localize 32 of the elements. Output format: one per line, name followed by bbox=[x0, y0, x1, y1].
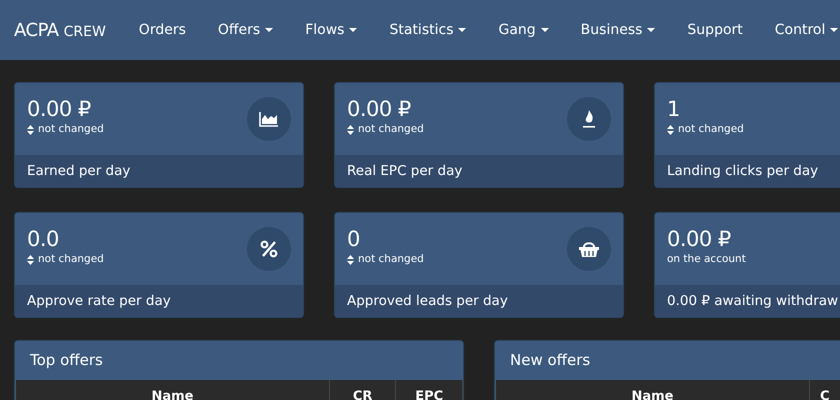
stat-label: Approve rate per day bbox=[15, 285, 303, 317]
logo[interactable]: ACPA CREW bbox=[14, 16, 106, 44]
stat-value: 0 bbox=[347, 226, 361, 252]
stat-value: 0.00 ₽ bbox=[667, 226, 732, 252]
nav-link[interactable]: Control bbox=[758, 20, 840, 40]
nav-link[interactable]: Gang bbox=[482, 20, 565, 40]
stat-value: 0.00 ₽ bbox=[347, 96, 412, 122]
panel-title: Top offers bbox=[29, 350, 104, 372]
stat-note: on the account bbox=[667, 252, 746, 267]
stat-label: Landing clicks per day bbox=[655, 155, 840, 187]
percent-icon bbox=[247, 227, 291, 271]
stat-label: 0.00 ₽ awaiting withdraw bbox=[655, 285, 840, 317]
nav-link[interactable]: Statistics bbox=[373, 20, 482, 40]
stat-value: 0.00 ₽ bbox=[27, 96, 92, 122]
stat-label: Earned per day bbox=[15, 155, 303, 187]
stat-note: not changed bbox=[38, 252, 104, 267]
panel-title: New offers bbox=[509, 350, 592, 372]
nav-link[interactable]: Orders bbox=[122, 20, 202, 40]
nav-link[interactable]: Offers bbox=[202, 20, 290, 40]
stat-note: not changed bbox=[678, 122, 744, 137]
stat-note: not changed bbox=[358, 252, 424, 267]
area-chart-icon bbox=[247, 97, 291, 141]
stat-note: not changed bbox=[38, 122, 104, 137]
stat-value: 1 bbox=[667, 96, 681, 122]
stat-value: 0.0 bbox=[27, 226, 60, 252]
stat-note: not changed bbox=[358, 122, 424, 137]
nav-link[interactable]: Support bbox=[671, 20, 759, 40]
stat-label: Approved leads per day bbox=[335, 285, 623, 317]
nav-link[interactable]: Flows bbox=[289, 20, 374, 40]
nav-link[interactable]: Business bbox=[564, 20, 672, 40]
stat-label: Real EPC per day bbox=[335, 155, 623, 187]
basket-icon bbox=[567, 227, 611, 271]
